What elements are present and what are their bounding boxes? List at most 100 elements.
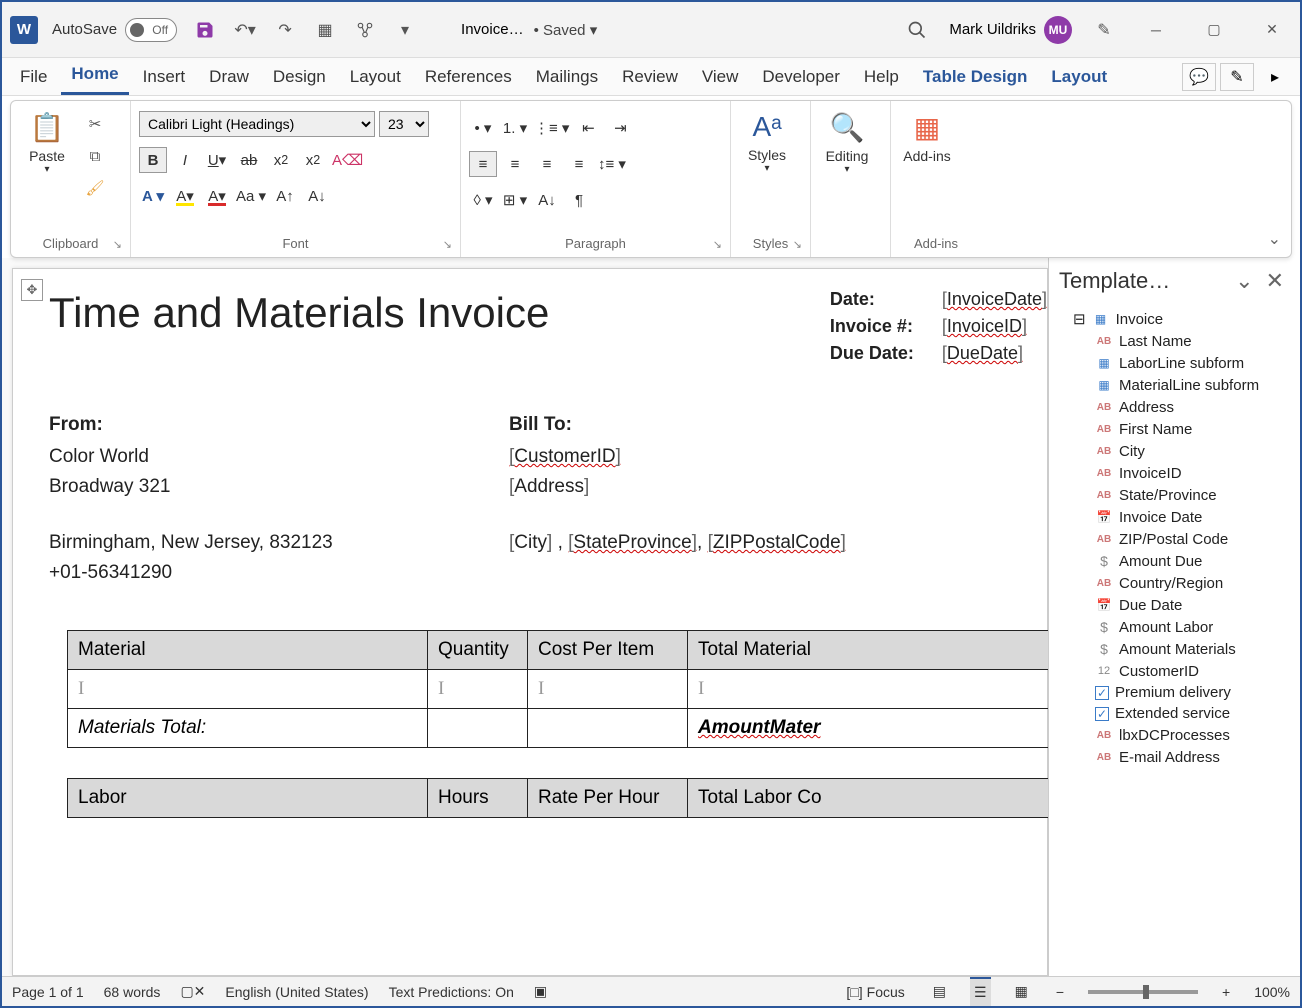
materials-total-label[interactable]: Materials Total: — [68, 709, 428, 748]
subscript-button[interactable]: x2 — [267, 147, 295, 173]
col-rate[interactable]: Rate Per Hour — [528, 779, 688, 818]
tree-item[interactable]: ABLast Name — [1055, 330, 1294, 352]
tree-item[interactable]: ▦LaborLine subform — [1055, 352, 1294, 374]
tree-item[interactable]: ▦MaterialLine subform — [1055, 374, 1294, 396]
from-line2[interactable]: Broadway 321 — [49, 476, 509, 498]
col-hours[interactable]: Hours — [428, 779, 528, 818]
tree-item[interactable]: ABInvoiceID — [1055, 462, 1294, 484]
autosave-toggle[interactable]: Off — [125, 18, 177, 42]
tree-root[interactable]: ⊟ ▦ Invoice — [1055, 308, 1294, 330]
strike-button[interactable]: ab — [235, 147, 263, 173]
editing-button[interactable]: 🔍 Editing ▾ — [819, 111, 875, 175]
zoom-out-button[interactable]: − — [1052, 977, 1068, 1006]
billto-address[interactable]: Address — [509, 476, 589, 497]
bold-button[interactable]: B — [139, 147, 167, 173]
undo-icon[interactable]: ↶▾ — [231, 16, 259, 44]
materials-total-field[interactable]: AmountMater — [688, 709, 1049, 748]
billto-city[interactable]: City — [509, 532, 552, 553]
borders-button[interactable]: ⊞ ▾ — [501, 187, 529, 213]
editing-mode-icon[interactable]: ✎ — [1220, 63, 1254, 91]
font-name-select[interactable]: Calibri Light (Headings) — [139, 111, 375, 137]
tree-item[interactable]: ABlbxDCProcesses — [1055, 724, 1294, 746]
copy-icon[interactable]: ⧉ — [81, 143, 109, 169]
from-line4[interactable]: +01-56341290 — [49, 562, 509, 584]
zoom-in-button[interactable]: + — [1218, 977, 1234, 1006]
billto-customer[interactable]: CustomerID — [509, 446, 621, 467]
tab-insert[interactable]: Insert — [133, 59, 196, 95]
tab-view[interactable]: View — [692, 59, 749, 95]
meta-invoice-field[interactable]: InvoiceID — [942, 316, 1027, 337]
tree-item[interactable]: ABCity — [1055, 440, 1294, 462]
tab-developer[interactable]: Developer — [752, 59, 850, 95]
change-case-button[interactable]: Aa ▾ — [235, 183, 267, 209]
pane-close-icon[interactable]: ✕ — [1260, 268, 1290, 294]
labor-table[interactable]: Labor Hours Rate Per Hour Total Labor Co — [67, 778, 1048, 818]
show-marks-button[interactable]: ¶ — [565, 187, 593, 213]
col-quantity[interactable]: Quantity — [428, 631, 528, 670]
from-line1[interactable]: Color World — [49, 446, 509, 468]
tab-table-design[interactable]: Table Design — [913, 59, 1038, 95]
multilevel-button[interactable]: ⋮≡ ▾ — [533, 115, 570, 141]
maximize-button[interactable]: ▢ — [1194, 15, 1234, 45]
styles-dialog-icon[interactable]: ↘ — [793, 238, 802, 251]
search-icon[interactable] — [903, 16, 931, 44]
redo-icon[interactable]: ↷ — [271, 16, 299, 44]
clear-format-button[interactable]: A⌫ — [331, 147, 364, 173]
from-line3[interactable]: Birmingham, New Jersey, 832123 — [49, 532, 509, 554]
document-name[interactable]: Invoice… — [461, 21, 524, 38]
spellcheck-icon[interactable]: ▢✕ — [180, 983, 205, 1000]
styles-button[interactable]: Aᵃ Styles ▾ — [739, 111, 795, 174]
tree-item[interactable]: 📅Invoice Date — [1055, 506, 1294, 528]
save-status[interactable]: • Saved ▾ — [534, 21, 598, 39]
align-right-button[interactable]: ≡ — [533, 151, 561, 177]
cell-material[interactable]: I — [68, 670, 428, 709]
format-painter-icon[interactable]: 🖌 — [81, 175, 109, 201]
tree-item[interactable]: ABCountry/Region — [1055, 572, 1294, 594]
tree-item[interactable]: ABE-mail Address — [1055, 746, 1294, 768]
col-total[interactable]: Total Material — [688, 631, 1049, 670]
superscript-button[interactable]: x2 — [299, 147, 327, 173]
tree-item[interactable]: 12CustomerID — [1055, 660, 1294, 682]
qat-icon-2[interactable] — [351, 16, 379, 44]
meta-date-field[interactable]: InvoiceDate — [942, 289, 1047, 310]
status-words[interactable]: 68 words — [104, 984, 161, 1000]
collapse-icon[interactable]: ⊟ — [1073, 310, 1086, 328]
font-dialog-icon[interactable]: ↘ — [443, 238, 452, 251]
bullets-button[interactable]: • ▾ — [469, 115, 497, 141]
read-mode-icon[interactable]: ▤ — [929, 977, 950, 1006]
tab-file[interactable]: File — [10, 59, 57, 95]
save-icon[interactable] — [191, 16, 219, 44]
materials-table[interactable]: Material Quantity Cost Per Item Total Ma… — [67, 630, 1048, 748]
shrink-font-button[interactable]: A↓ — [303, 183, 331, 209]
increase-indent-button[interactable]: ⇥ — [606, 115, 634, 141]
col-cost[interactable]: Cost Per Item — [528, 631, 688, 670]
shading-button[interactable]: ◊ ▾ — [469, 187, 497, 213]
tree-item[interactable]: ✓Extended service — [1055, 703, 1294, 724]
grow-font-button[interactable]: A↑ — [271, 183, 299, 209]
web-layout-icon[interactable]: ▦ — [1011, 977, 1032, 1006]
align-left-button[interactable]: ≡ — [469, 151, 497, 177]
user-account[interactable]: Mark Uildriks MU — [949, 16, 1072, 44]
minimize-button[interactable]: ─ — [1136, 15, 1176, 45]
status-language[interactable]: English (United States) — [225, 984, 368, 1000]
clipboard-dialog-icon[interactable]: ↘ — [113, 238, 122, 251]
document-canvas[interactable]: ✥ Time and Materials Invoice Date:Invoic… — [2, 258, 1048, 976]
focus-mode-button[interactable]: [□] Focus — [842, 977, 908, 1006]
share-icon[interactable]: ▸ — [1258, 63, 1292, 91]
tree-item[interactable]: ABState/Province — [1055, 484, 1294, 506]
zoom-level[interactable]: 100% — [1254, 984, 1290, 1000]
doc-heading[interactable]: Time and Materials Invoice — [49, 289, 549, 370]
tab-home[interactable]: Home — [61, 56, 128, 95]
status-predictions[interactable]: Text Predictions: On — [389, 984, 514, 1000]
print-layout-icon[interactable]: ☰ — [970, 977, 991, 1006]
meta-due-field[interactable]: DueDate — [942, 343, 1023, 364]
tree-item[interactable]: ABZIP/Postal Code — [1055, 528, 1294, 550]
tab-layout[interactable]: Layout — [340, 59, 411, 95]
tree-item[interactable]: ✓Premium delivery — [1055, 682, 1294, 703]
table-move-handle-icon[interactable]: ✥ — [21, 279, 43, 301]
tab-review[interactable]: Review — [612, 59, 688, 95]
numbering-button[interactable]: 1. ▾ — [501, 115, 529, 141]
paste-button[interactable]: 📋 Paste ▾ — [19, 111, 75, 175]
underline-button[interactable]: U ▾ — [203, 147, 231, 173]
pane-dropdown-icon[interactable]: ⌄ — [1229, 268, 1259, 294]
